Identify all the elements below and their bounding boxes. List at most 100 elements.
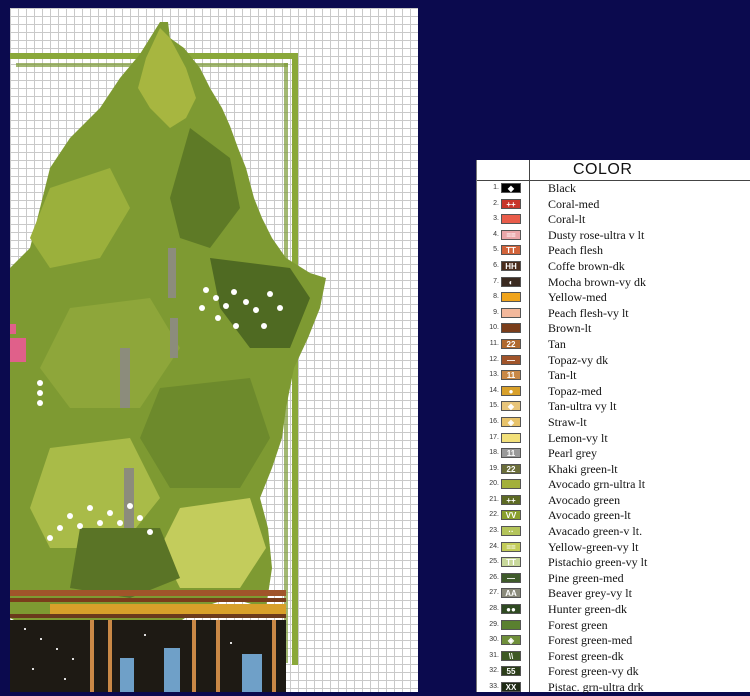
color-name: Pearl grey [548, 446, 597, 461]
color-key-row: 17. Lemon-vy lt [477, 431, 750, 447]
color-key-row: 1. ◆ Black [477, 181, 750, 197]
color-name: Avocado grn-ultra lt [548, 477, 646, 492]
color-key-list: 1. ◆ Black 2. ++ Coral-med 3. Coral-lt 4. == Dusty… [477, 181, 750, 696]
color-key-row: 5. TT Peach flesh [477, 243, 750, 259]
color-swatch-icon: ·· [501, 526, 521, 537]
color-swatch-icon [501, 292, 521, 303]
color-name: Yellow-green-vy lt [548, 539, 639, 554]
color-number: 27. [489, 589, 499, 597]
color-number: 4. [493, 230, 499, 238]
color-swatch-icon: TT [501, 557, 521, 568]
color-swatch-icon: 22 [501, 338, 521, 349]
color-number: 7. [493, 277, 499, 285]
color-swatch-icon: ◈ [501, 416, 521, 427]
color-number: 23. [489, 527, 499, 535]
color-key-title: COLOR [573, 161, 633, 178]
color-name: Pistachio green-vy lt [548, 555, 648, 570]
color-name: Avocado green-lt [548, 508, 631, 523]
color-key-row: 11. 22 Tan [477, 337, 750, 353]
color-key-row: 7. ◐ Mocha brown-vy dk [477, 275, 750, 291]
color-swatch-icon [501, 432, 521, 443]
color-key-row: 16. ◈ Straw-lt [477, 415, 750, 431]
color-swatch-icon [501, 214, 521, 225]
color-name: Coral-lt [548, 212, 586, 227]
color-name: Peach flesh-vy lt [548, 305, 629, 320]
color-swatch-icon: ●● [501, 604, 521, 615]
color-key-row: 25. TT Pistachio green-vy lt [477, 555, 750, 571]
color-swatch-icon: 11 [501, 370, 521, 381]
color-number: 1. [493, 184, 499, 191]
color-number: 25. [489, 558, 499, 566]
color-number: 21. [489, 495, 499, 503]
color-name: Topaz-vy dk [548, 352, 609, 367]
color-number: 13. [489, 371, 499, 379]
color-name: Pine green-med [548, 570, 624, 585]
color-swatch-icon [501, 619, 521, 630]
color-key-header: COLOR [477, 160, 750, 692]
color-key-row: 27. AA Beaver grey-vy lt [477, 586, 750, 602]
cross-stitch-chart [10, 8, 418, 692]
color-key-row: 20. Avocado grn-ultra lt [477, 477, 750, 493]
color-swatch-icon: ◆ [501, 183, 521, 193]
color-number: 9. [493, 308, 499, 316]
color-number: 33. [489, 683, 499, 690]
color-number: 5. [493, 246, 499, 254]
chart-pattern [10, 22, 326, 692]
color-key-row: 3. Coral-lt [477, 212, 750, 228]
color-key-row: 10. Brown-lt [477, 321, 750, 337]
color-swatch-icon: — [501, 572, 521, 583]
color-swatch-icon: ● [501, 385, 521, 396]
color-key-row: 15. ◆ Tan-ultra vy lt [477, 399, 750, 415]
color-number: 28. [489, 605, 499, 613]
color-key-row: 8. Yellow-med [477, 290, 750, 306]
color-swatch-icon: ◐ [501, 276, 521, 287]
color-number: 24. [489, 542, 499, 550]
color-name: Hunter green-dk [548, 602, 627, 617]
color-name: Peach flesh [548, 243, 603, 258]
color-number: 20. [489, 480, 499, 488]
color-number: 32. [489, 667, 499, 675]
color-key-row: 6. HH Coffe brown-dk [477, 259, 750, 275]
color-swatch-icon [501, 307, 521, 318]
color-key-row: 21. ++ Avocado green [477, 493, 750, 509]
color-number: 19. [489, 464, 499, 472]
color-key-row: 14. ● Topaz-med [477, 384, 750, 400]
color-number: 10. [489, 324, 499, 332]
color-name: Avocado green [548, 492, 621, 507]
color-swatch-icon: ◈ [501, 635, 521, 646]
color-swatch-icon: ++ [501, 494, 521, 505]
color-name: Forest green-med [548, 633, 633, 648]
color-swatch-icon: == [501, 541, 521, 552]
color-number: 8. [493, 293, 499, 301]
color-number: 6. [493, 261, 499, 269]
color-number: 12. [489, 355, 499, 363]
color-name: Pistac. grn-ultra drk [548, 680, 644, 694]
color-key-row: 12. — Topaz-vy dk [477, 353, 750, 369]
color-key-row: 23. ·· Avacado green-v lt. [477, 524, 750, 540]
color-name: Tan-ultra vy lt [548, 399, 617, 414]
color-name: Beaver grey-vy lt [548, 586, 632, 601]
color-number: 14. [489, 386, 499, 394]
color-number: 11. [489, 339, 499, 347]
color-swatch-icon: 11 [501, 448, 521, 459]
color-name: Forest green-dk [548, 648, 624, 663]
color-name: Forest green-vy dk [548, 664, 639, 679]
color-number: 18. [489, 449, 499, 457]
color-swatch-icon: VV [501, 510, 521, 521]
color-key-row: 30. ◈ Forest green-med [477, 633, 750, 649]
color-swatch-icon [501, 479, 521, 490]
color-number: 15. [489, 402, 499, 410]
color-number: 30. [489, 636, 499, 644]
color-name: Black [548, 181, 576, 195]
color-key-row: 13. 11 Tan-lt [477, 368, 750, 384]
color-number: 16. [489, 417, 499, 425]
color-number: 31. [489, 651, 499, 659]
color-key-row: 26. — Pine green-med [477, 571, 750, 587]
color-key-row: 32. 55 Forest green-vy dk [477, 664, 750, 680]
color-name: Avacado green-v lt. [548, 524, 643, 539]
color-key-row: 9. Peach flesh-vy lt [477, 306, 750, 322]
color-key-row: 22. VV Avocado green-lt [477, 508, 750, 524]
color-key-row: 18. 11 Pearl grey [477, 446, 750, 462]
color-name: Yellow-med [548, 290, 607, 305]
color-name: Lemon-vy lt [548, 430, 608, 445]
